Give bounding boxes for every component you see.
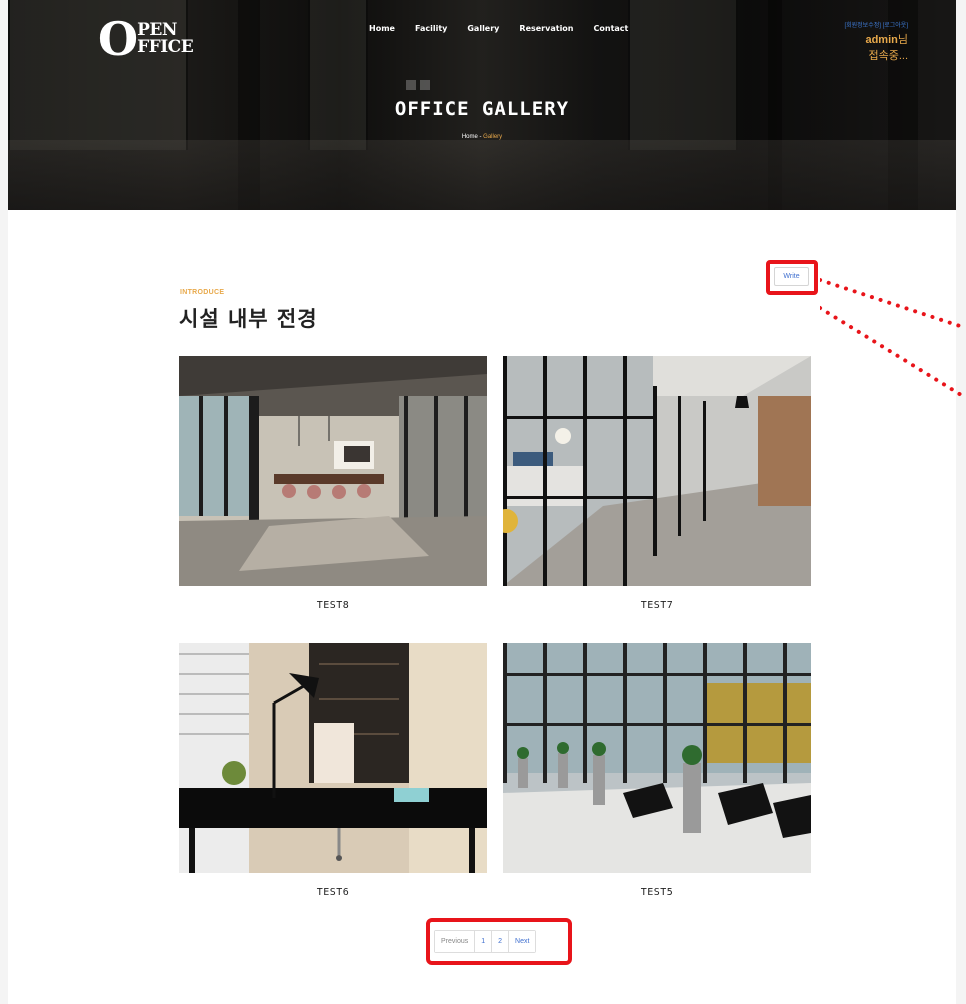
lobby-with-chairs-image [503,643,811,873]
nav-contact[interactable]: Contact [594,24,629,33]
section-eyebrow: INTRODUCE [180,289,225,296]
office-meeting-room-image [179,356,487,586]
logo-words: PEN FFICE [137,22,194,57]
section-title: 시설 내부 전경 [179,307,318,331]
breadcrumb-current: Gallery [483,134,503,140]
highlight-box-pagination [426,918,572,965]
desk-with-lamp-photo[interactable] [179,643,487,873]
user-account-links[interactable]: [회원정보수정] [로그아웃] [844,20,908,29]
nav-gallery[interactable]: Gallery [467,24,499,33]
breadcrumb: Home - Gallery [8,134,956,140]
square-icon [406,80,416,90]
user-name-value: admin [865,34,898,46]
gallery-card[interactable]: TEST5 [503,643,811,898]
gallery-card[interactable]: TEST8 [179,356,487,611]
hero-bg-window [308,0,368,150]
gallery-caption[interactable]: TEST6 [179,887,487,898]
highlight-box-write [766,260,818,295]
user-status: 접속중... [868,50,908,62]
page-gutter-left [0,0,8,1004]
hero-bg-floor [8,140,956,210]
site-logo[interactable]: O PEN FFICE [98,12,194,66]
gallery-card[interactable]: TEST7 [503,356,811,611]
page-title: OFFICE GALLERY [394,98,570,120]
user-name-suffix: 님 [897,34,908,46]
nav-home[interactable]: Home [369,24,395,33]
office-meeting-room-photo[interactable] [179,356,487,586]
user-box: [회원정보수정] [로그아웃] admin님 접속중... [844,20,908,63]
breadcrumb-home[interactable]: Home [462,134,478,140]
hero-decoration-icons [406,80,430,90]
logo-letter-o: O [98,12,138,66]
nav-facility[interactable]: Facility [415,24,447,33]
user-name: admin님 [844,31,908,47]
desk-with-lamp-image [179,643,487,873]
glass-corridor-image [503,356,811,586]
lobby-with-chairs-photo[interactable] [503,643,811,873]
gallery-card[interactable]: TEST6 [179,643,487,898]
breadcrumb-separator: - [479,134,482,140]
main-nav: Home Facility Gallery Reservation Contac… [369,24,648,33]
gallery-caption[interactable]: TEST7 [503,600,811,611]
hero-header: O PEN FFICE Home Facility Gallery Reserv… [8,0,956,210]
glass-corridor-photo[interactable] [503,356,811,586]
nav-reservation[interactable]: Reservation [519,24,573,33]
gallery-caption[interactable]: TEST8 [179,600,487,611]
hero-bg-window [628,0,738,150]
square-icon [420,80,430,90]
page-gutter-right [956,0,966,1004]
logo-line-2: FFICE [137,37,194,57]
annotation-dotted-lines [820,278,966,400]
gallery-caption[interactable]: TEST5 [503,887,811,898]
